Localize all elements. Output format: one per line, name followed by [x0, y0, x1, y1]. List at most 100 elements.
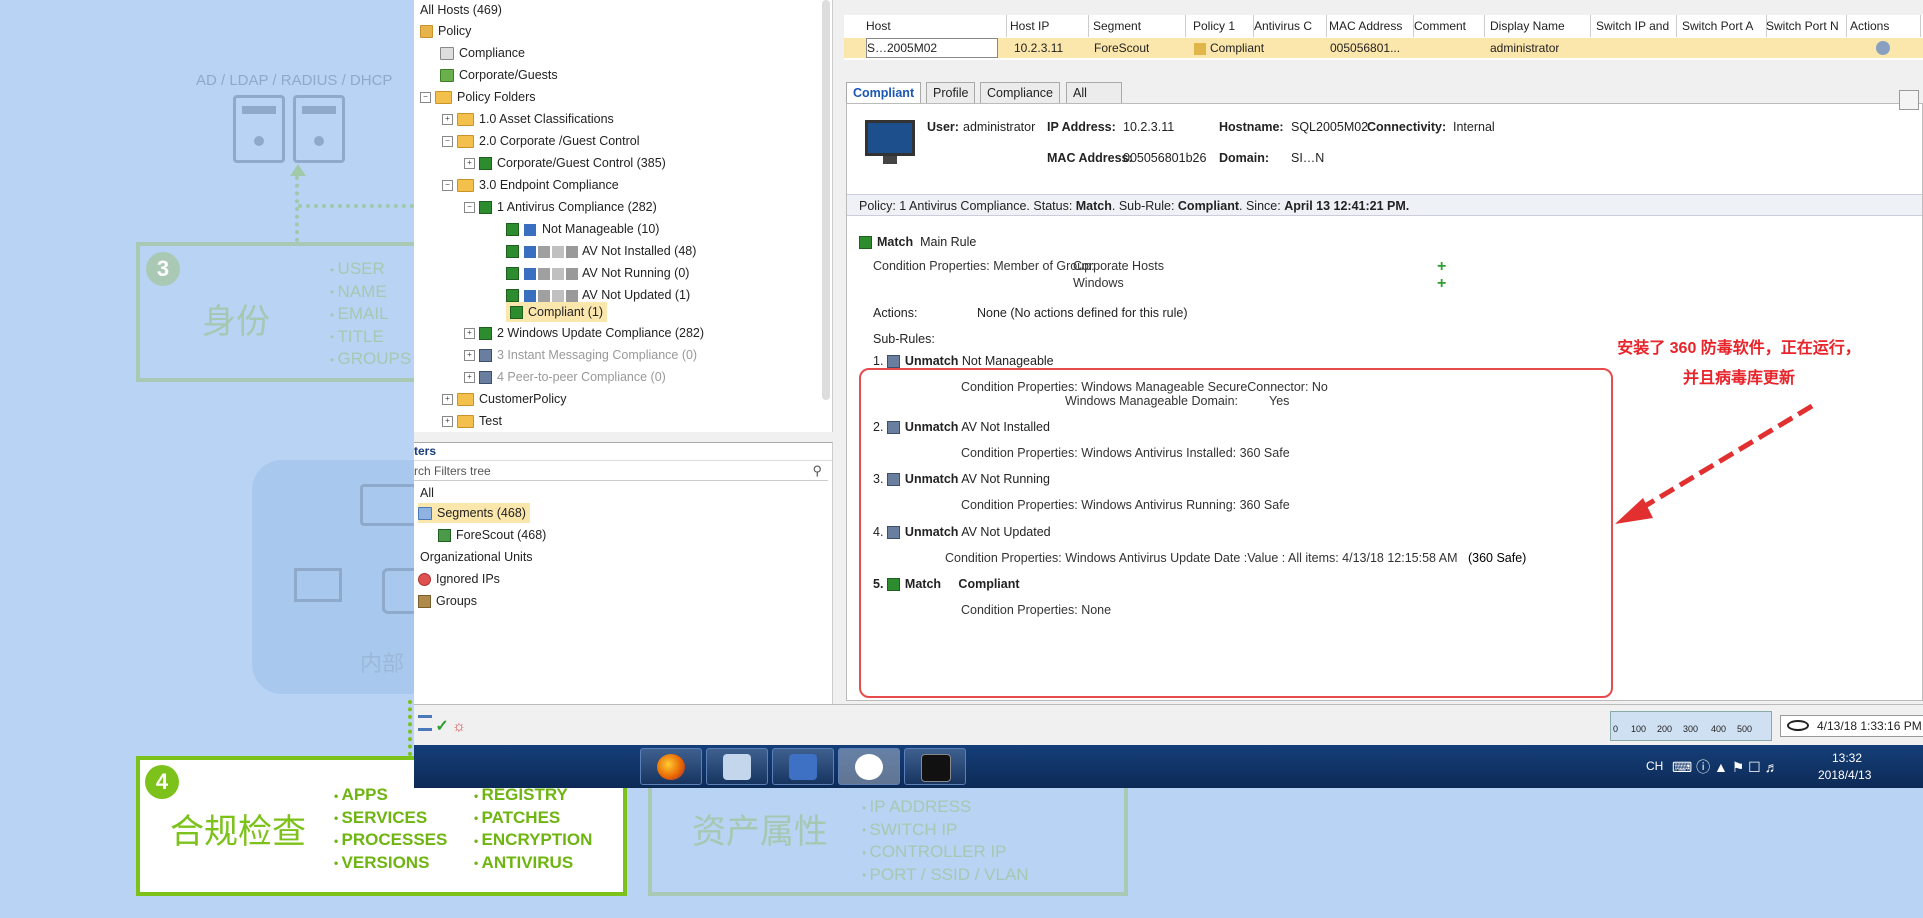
add-icon[interactable]: + [1437, 276, 1449, 292]
hostname-value: SQL2005M02 [1291, 120, 1369, 134]
ip-value: 10.2.3.11 [1123, 120, 1175, 134]
network-icon: ☼ [452, 718, 466, 735]
taskbar-btn-remote[interactable] [772, 748, 834, 785]
filters-pane: ters rch Filters tree ⚲ All Segments (46… [414, 442, 833, 705]
policy-icon [1194, 42, 1206, 55]
action-icon[interactable] [1876, 41, 1890, 55]
col-segment[interactable]: Segment [1089, 15, 1186, 37]
subrule-1-cond: Condition Properties: Windows Manageable… [961, 380, 1328, 394]
asset-item: SWITCH IP [862, 819, 1029, 842]
toolbar-icons[interactable]: ✓ ☼ [418, 715, 478, 735]
tree-folder-3[interactable]: −3.0 Endpoint Compliance [442, 175, 619, 195]
subrule-1-cond2: Windows Manageable Domain: [1065, 394, 1239, 408]
eye-icon [855, 754, 883, 780]
tree-av-not-running[interactable]: AV Not Running (0) [506, 263, 689, 283]
tree-scrollbar[interactable] [822, 0, 830, 400]
identity-number: 3 [146, 252, 180, 286]
compliance-list-2: REGISTRY PATCHES ENCRYPTION ANTIVIRUS [474, 784, 593, 874]
add-icon[interactable]: + [1437, 259, 1449, 275]
subrule-1-cond2-value: Yes [1269, 394, 1290, 408]
tree-instant-messaging[interactable]: +3 Instant Messaging Compliance (0) [464, 345, 697, 365]
collapse-icon: − [442, 136, 453, 148]
tree-all-hosts[interactable]: All Hosts (469) [420, 0, 502, 20]
tab-compliance[interactable]: Compliance [980, 82, 1061, 103]
connectivity-label: Connectivity: [1367, 120, 1447, 134]
tray-icons[interactable]: ⌨ ⓘ ▲ ⚑ ☐ ♬ [1672, 757, 1779, 777]
export-icon[interactable] [1899, 90, 1919, 110]
tree-policy[interactable]: Policy [420, 21, 471, 41]
tree-av-not-installed[interactable]: AV Not Installed (48) [506, 241, 696, 261]
col-antivirus[interactable]: Antivirus C [1254, 15, 1327, 37]
tree-policy-folders[interactable]: − Policy Folders [420, 87, 536, 107]
compliance-number: 4 [145, 765, 179, 799]
tree-antivirus-compliance[interactable]: −1 Antivirus Compliance (282) [464, 197, 657, 217]
col-policy[interactable]: Policy 1 [1189, 15, 1254, 37]
taskbar-btn-counteract[interactable] [838, 748, 900, 785]
monitor-icon [865, 120, 915, 156]
collapse-icon: − [420, 92, 431, 104]
filters-search-input[interactable]: rch Filters tree ⚲ [414, 462, 828, 481]
cell-host[interactable]: S…2005M02 [866, 38, 998, 58]
timeline-ruler[interactable]: 0 100 200 300 400 500 [1610, 711, 1772, 741]
identity-item: USER [330, 258, 411, 281]
tab-all-policies[interactable]: All policies [1066, 82, 1122, 120]
tree-corporate-guest-control[interactable]: + Corporate/Guest Control (385) [464, 153, 666, 173]
expand-icon: + [442, 394, 453, 406]
filter-forescout[interactable]: ForeScout (468) [438, 525, 546, 545]
rule-icons [524, 289, 578, 302]
tree-folder-1[interactable]: +1.0 Asset Classifications [442, 109, 614, 129]
col-display-name[interactable]: Display Name [1484, 15, 1591, 37]
tree-corporate-guests[interactable]: Corporate/Guests [440, 65, 558, 85]
col-host[interactable]: Host [852, 15, 1007, 37]
filter-org-units[interactable]: Organizational Units [420, 547, 533, 567]
compliance-list-1: APPS SERVICES PROCESSES VERSIONS [334, 784, 448, 874]
expand-icon: + [464, 350, 475, 362]
tree-customer-policy[interactable]: + CustomerPolicy [442, 389, 567, 409]
actions-value: None (No actions defined for this rule) [977, 306, 1188, 320]
tree-folder-2[interactable]: −2.0 Corporate /Guest Control [442, 131, 640, 151]
tray-time: 13:32 [1832, 751, 1863, 765]
col-switch-port-a[interactable]: Switch Port A [1678, 15, 1767, 37]
subrule-4: 4. Unmatch AV Not Updated [873, 525, 1051, 540]
col-comment[interactable]: Comment [1414, 15, 1485, 37]
tray-lang[interactable]: CH [1646, 759, 1663, 773]
taskbar-btn-cmd[interactable] [904, 748, 966, 785]
col-switch-port-n[interactable]: Switch Port N [1764, 15, 1847, 37]
collapse-icon: − [442, 180, 453, 192]
expand-icon: + [464, 372, 475, 384]
filter-all[interactable]: All [420, 483, 434, 503]
identity-item: TITLE [330, 326, 411, 349]
tree-not-manageable[interactable]: Not Manageable (10) [506, 219, 659, 239]
user-label: User: [927, 120, 959, 134]
tree-compliance[interactable]: Compliance [440, 43, 525, 63]
unmatch-icon [886, 526, 900, 540]
filter-segments[interactable]: Segments (468) [418, 503, 530, 523]
filter-groups[interactable]: Groups [418, 591, 477, 611]
rule-icons [524, 245, 578, 258]
tree-test[interactable]: + Test [442, 411, 502, 431]
windows-taskbar: CH ⌨ ⓘ ▲ ⚑ ☐ ♬ 13:32 2018/4/13 [414, 745, 1923, 788]
tree-peer-to-peer[interactable]: +4 Peer-to-peer Compliance (0) [464, 367, 666, 387]
col-actions[interactable]: Actions [1848, 15, 1921, 37]
tree-compliant[interactable]: Compliant (1) [506, 302, 608, 322]
remote-desktop-icon [789, 754, 817, 780]
compliance-item: PATCHES [474, 807, 592, 830]
filter-ignored-ips[interactable]: Ignored IPs [418, 569, 500, 589]
match-icon [859, 236, 872, 250]
search-icon[interactable]: ⚲ [812, 462, 822, 480]
firefox-icon [657, 754, 685, 780]
col-mac[interactable]: MAC Address [1327, 15, 1414, 37]
col-switch-ip[interactable]: Switch IP and [1592, 15, 1677, 37]
expand-icon: + [464, 158, 475, 170]
identity-title: 身份 [202, 303, 270, 341]
tree-windows-update[interactable]: +2 Windows Update Compliance (282) [464, 323, 704, 343]
policy-status-bar: Policy: 1 Antivirus Compliance. Status: … [847, 194, 1922, 216]
taskbar-btn-network[interactable] [706, 748, 768, 785]
tab-profile[interactable]: Profile [926, 82, 976, 103]
col-host-ip[interactable]: Host IP [1010, 15, 1089, 37]
subrule-1: 1. Unmatch Not Manageable [873, 354, 1054, 369]
tab-compliant[interactable]: Compliant [846, 82, 922, 103]
groups-icon [418, 595, 431, 609]
compliance-item: SERVICES [334, 807, 447, 830]
taskbar-btn-firefox[interactable] [640, 748, 702, 785]
